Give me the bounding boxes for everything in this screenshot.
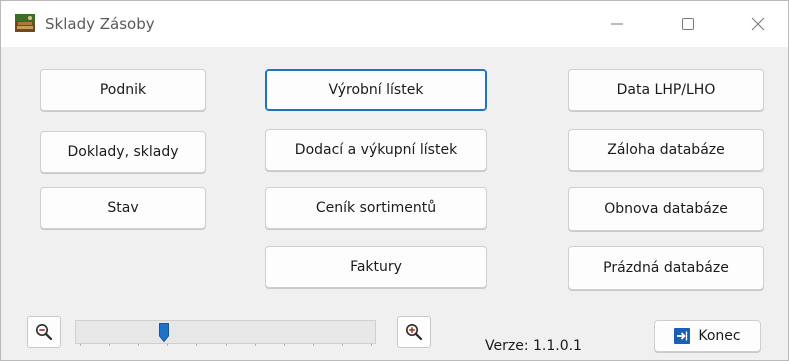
slider-tick (80, 344, 81, 346)
close-icon (751, 17, 765, 31)
faktury-button[interactable]: Faktury (265, 246, 487, 288)
slider-tick (196, 344, 197, 346)
zoom-out-icon (36, 324, 53, 341)
slider-tick (138, 344, 139, 346)
zaloha-databaze-button[interactable]: Záloha databáze (568, 129, 764, 171)
data-lhp-lho-button[interactable]: Data LHP/LHO (568, 69, 764, 111)
slider-track[interactable] (75, 320, 376, 344)
stav-button[interactable]: Stav (40, 187, 206, 229)
slider-tick (342, 344, 343, 346)
zoom-out-button[interactable] (27, 316, 61, 348)
close-button[interactable] (732, 1, 784, 47)
zoom-slider[interactable] (75, 320, 376, 346)
maximize-button[interactable] (662, 1, 714, 47)
title-bar[interactable]: Sklady Zásoby (1, 1, 788, 47)
version-label: Verze: 1.1.0.1 (485, 338, 582, 354)
podnik-button[interactable]: Podnik (40, 69, 206, 111)
slider-tick (255, 344, 256, 346)
slider-tick (371, 344, 372, 346)
zoom-in-button[interactable] (397, 316, 431, 348)
vyrobni-listek-button[interactable]: Výrobní lístek (265, 69, 487, 111)
minimize-icon (611, 23, 623, 25)
slider-thumb[interactable] (159, 323, 169, 342)
maximize-icon (682, 18, 694, 30)
slider-tick (167, 344, 168, 346)
prazdna-databaze-button[interactable]: Prázdná databáze (568, 246, 764, 290)
window-title: Sklady Zásoby (45, 15, 155, 33)
slider-tick (284, 344, 285, 346)
exit-icon (674, 328, 691, 344)
app-logo-icon (15, 14, 35, 32)
obnova-databaze-button[interactable]: Obnova databáze (568, 187, 764, 231)
doklady-sklady-button[interactable]: Doklady, sklady (40, 131, 206, 173)
cenik-sortimentu-button[interactable]: Ceník sortimentů (265, 187, 487, 229)
slider-tick (226, 344, 227, 346)
exit-button[interactable]: Konec (654, 320, 761, 352)
dodaci-vykupni-listek-button[interactable]: Dodací a výkupní lístek (265, 129, 487, 171)
zoom-in-icon (406, 324, 423, 341)
minimize-button[interactable] (591, 1, 643, 47)
slider-ticks (75, 343, 376, 346)
slider-tick (313, 344, 314, 346)
app-window: Sklady Zásoby Podnik Doklady, sklady Sta… (0, 0, 789, 361)
slider-tick (109, 344, 110, 346)
exit-label: Konec (698, 328, 741, 344)
